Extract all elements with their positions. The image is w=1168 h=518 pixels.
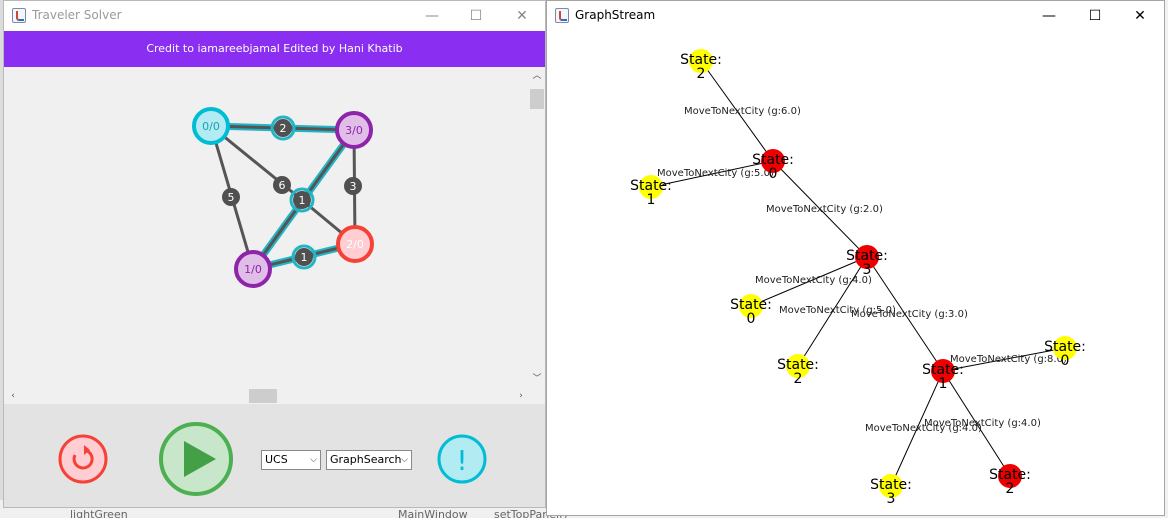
edge-weight-label: 2 — [280, 122, 287, 135]
maximize-button[interactable]: ☐ — [454, 1, 498, 31]
tree-edge-label: MoveToNextCity (g:6.0) — [684, 106, 801, 117]
graphstream-window: GraphStream — ☐ ✕ MoveToNextCity (g:6.0)… — [546, 0, 1165, 516]
edge-weight-badge: 5 — [222, 188, 240, 206]
close-button[interactable]: ✕ — [500, 1, 544, 31]
traveler-solver-titlebar: Traveler Solver — ☐ ✕ — [4, 1, 545, 31]
tree-node-value: 0 — [1061, 353, 1070, 369]
edge-weight-label: 3 — [350, 180, 357, 193]
close-button[interactable]: ✕ — [1118, 1, 1162, 31]
minimize-button[interactable]: — — [410, 1, 454, 31]
java-app-icon — [555, 8, 569, 23]
play-button[interactable] — [159, 422, 233, 496]
vertical-scroll-thumb[interactable] — [530, 89, 544, 109]
control-panel: ! UCS ⌵ GraphSearch ⌵ — [4, 404, 545, 507]
graph-node-label: 0/0 — [202, 120, 220, 133]
reset-button[interactable] — [58, 434, 108, 484]
tree-node[interactable]: State:3 — [846, 245, 888, 278]
tree-edge-label: MoveToNextCity (g:3.0) — [851, 309, 968, 320]
graph-node[interactable]: 2/0 — [336, 225, 374, 263]
ide-tree-item: lightGreen — [70, 508, 128, 518]
algorithm-select[interactable]: UCS ⌵ — [261, 450, 321, 470]
graph-node[interactable]: 1/0 — [234, 250, 272, 288]
scroll-left-arrow-icon[interactable]: ‹ — [6, 388, 20, 404]
tree-node-value: 3 — [863, 262, 872, 278]
credit-banner: Credit to iamareebjamal Edited by Hani K… — [4, 31, 545, 67]
horizontal-scroll-thumb[interactable] — [249, 389, 277, 403]
search-tree-canvas[interactable]: MoveToNextCity (g:6.0) MoveToNextCity (g:… — [547, 31, 1164, 515]
maximize-button[interactable]: ☐ — [1073, 1, 1117, 31]
edge-weight-badge: 1 — [291, 244, 317, 270]
tree-node-value: 2 — [1006, 481, 1015, 497]
graph-node[interactable]: 3/0 — [335, 111, 373, 149]
tree-node-value: 3 — [887, 491, 896, 507]
edge-weight-label: 1 — [299, 194, 306, 207]
tree-edge-label: MoveToNextCity (g:5.0) — [657, 168, 774, 179]
tree-node[interactable]: State:1 — [922, 359, 964, 392]
tree-edge-label: MoveToNextCity (g:8.0) — [950, 354, 1067, 365]
java-app-icon — [12, 8, 26, 23]
graph-canvas[interactable]: 2 6 5 3 1 1 0/0 3/0 2/0 1/0 — [4, 67, 531, 388]
graph-node-label: 1/0 — [244, 263, 262, 276]
scroll-right-arrow-icon[interactable]: › — [514, 388, 528, 404]
edge-weight-badge: 3 — [344, 177, 362, 195]
tree-node-value: 2 — [794, 371, 803, 387]
tree-edge-label: MoveToNextCity (g:2.0) — [766, 204, 883, 215]
tree-node-value: 1 — [647, 192, 656, 208]
tree-edge-label: MoveToNextCity (g:4.0) — [755, 275, 872, 286]
vertical-scrollbar[interactable]: ︿ ﹀ — [529, 67, 545, 388]
tree-node-value: 0 — [747, 311, 756, 327]
minimize-button[interactable]: — — [1027, 1, 1071, 31]
edge-weight-badge: 2 — [270, 115, 296, 141]
tree-node[interactable]: State:1 — [630, 175, 672, 208]
tree-node-value: 2 — [697, 66, 706, 82]
graph-node-label: 2/0 — [346, 238, 364, 251]
window-title: Traveler Solver — [32, 8, 122, 22]
tree-node[interactable]: State:0 — [730, 294, 772, 327]
graphstream-titlebar: GraphStream — ☐ ✕ — [547, 1, 1164, 31]
tree-node[interactable]: State:2 — [680, 49, 722, 82]
tree-node[interactable]: State:3 — [870, 474, 912, 507]
window-title: GraphStream — [575, 8, 656, 22]
chevron-down-icon: ⌵ — [401, 455, 408, 465]
edge-weight-label: 6 — [279, 179, 286, 192]
traveler-solver-window: Traveler Solver — ☐ ✕ Credit to iamareeb… — [3, 0, 546, 508]
info-button[interactable]: ! — [437, 434, 487, 484]
edge-weight-badge: 6 — [273, 176, 291, 194]
graph-svg: 2 6 5 3 1 1 0/0 3/0 2/0 1/0 — [192, 107, 374, 288]
graph-node-label: 3/0 — [345, 124, 363, 137]
scroll-up-arrow-icon[interactable]: ︿ — [529, 69, 545, 83]
graph-node[interactable]: 0/0 — [192, 107, 230, 145]
tree-node-value: 1 — [939, 376, 948, 392]
search-type-select[interactable]: GraphSearch ⌵ — [326, 450, 412, 470]
info-icon: ! — [456, 444, 467, 477]
horizontal-scrollbar[interactable]: ‹ › — [4, 388, 545, 404]
algorithm-select-value: UCS — [265, 453, 288, 466]
ide-breadcrumb-class: MainWindow — [398, 508, 468, 518]
edge-weight-badge: 1 — [289, 187, 315, 213]
tree-node[interactable]: State:2 — [989, 464, 1031, 497]
search-type-select-value: GraphSearch — [330, 453, 402, 466]
edge-weight-label: 5 — [228, 191, 235, 204]
tree-node-value: 0 — [769, 166, 778, 182]
edge-weight-label: 1 — [301, 251, 308, 264]
tree-edge-label: MoveToNextCity (g:4.0) — [924, 418, 1041, 429]
scroll-down-arrow-icon[interactable]: ﹀ — [529, 372, 545, 386]
chevron-down-icon: ⌵ — [310, 455, 317, 465]
tree-node[interactable]: State:2 — [777, 354, 819, 387]
